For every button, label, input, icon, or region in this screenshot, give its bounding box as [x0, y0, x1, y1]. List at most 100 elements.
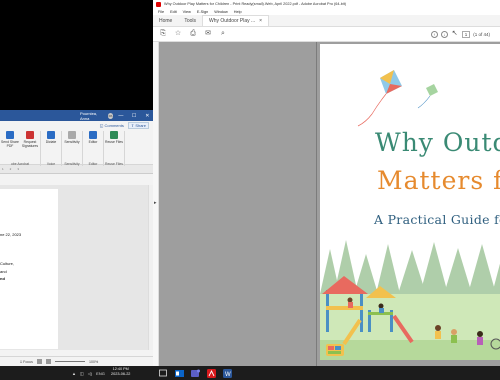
menu-view[interactable]: View — [183, 10, 191, 14]
kite-small-icon — [417, 84, 438, 109]
bookmark-star-icon[interactable]: ☆ — [174, 30, 182, 38]
pdf-cover-page: Why Outdoo Matters for C A Practical Gui… — [320, 44, 500, 360]
ruler-mark: 3 — [17, 167, 20, 171]
web-layout-icon[interactable] — [45, 359, 51, 364]
acrobat-logo-icon — [156, 1, 161, 7]
system-tray: ▲ ◫ ◁) ENG — [72, 366, 105, 380]
document-text: ne 22, 2023 — [0, 232, 22, 237]
cover-title-line1: Why Outdoo — [375, 128, 500, 157]
page-number-input[interactable]: 1 — [461, 30, 471, 38]
outlook-icon[interactable] — [174, 368, 184, 378]
group-label: Editor — [88, 162, 98, 166]
close-button[interactable]: ✕ — [142, 113, 153, 119]
microphone-icon — [47, 131, 55, 139]
focus-label: Focus — [23, 359, 33, 364]
document-page[interactable]: ne 22, 2023 Culture, and nd — [0, 189, 58, 349]
acrobat-app-icon[interactable] — [206, 368, 216, 378]
tab-document-label: Why Outdoor Play ... — [209, 18, 256, 24]
minimize-button[interactable]: — — [115, 113, 126, 119]
tab-home[interactable]: Home — [153, 15, 178, 26]
ribbon-group-sensitivity: Sensitivity Sensitivity — [62, 131, 83, 166]
acrobat-window: Why Outdoor Play Matters for Children - … — [153, 0, 500, 366]
close-tab-icon[interactable]: × — [259, 18, 262, 24]
kite-icon — [357, 70, 402, 127]
cover-title-line2: Matters for C — [377, 166, 500, 195]
comments-button[interactable]: ◱ Comments — [100, 123, 124, 128]
menu-edit[interactable]: Edit — [170, 10, 177, 14]
clock[interactable]: 12:40 PM 2023-06-22 — [111, 367, 130, 377]
maximize-button[interactable]: ☐ — [129, 113, 140, 119]
ribbon-group-reuse: Reuse Files Reuse Files — [104, 131, 125, 166]
page-count: (1 of 44) — [473, 31, 490, 37]
print-layout-icon[interactable] — [36, 359, 42, 364]
network-icon[interactable]: ◫ — [80, 371, 84, 376]
zoom-level[interactable]: 100% — [89, 360, 98, 364]
publisher-logo — [326, 344, 344, 356]
chevron-up-icon[interactable]: ▲ — [72, 371, 76, 376]
request-signatures-button[interactable]: Request Signatures — [20, 131, 40, 161]
editor-icon — [89, 131, 97, 139]
search-icon[interactable]: ⌕ — [219, 30, 227, 38]
acrobat-toolbar: ⎘ ☆ ⎙ ✉ ⌕ ↑ ↓ ↖ 1 (1 of 44) — [153, 27, 500, 42]
focus-button[interactable]: ⌸ Focus — [20, 360, 33, 364]
cover-illustration — [320, 70, 500, 360]
create-pdf-icon[interactable]: ⎘ — [159, 30, 167, 38]
group-label: Voice — [46, 162, 56, 166]
ribbon-label: Send Share PDF — [1, 140, 19, 148]
ribbon-group-editor: Editor Editor — [83, 131, 104, 166]
editor-button[interactable]: Editor — [83, 131, 103, 161]
signature-icon — [26, 131, 34, 139]
document-viewport[interactable]: Why Outdoo Matters for C A Practical Gui… — [159, 42, 500, 366]
email-icon[interactable]: ✉ — [204, 30, 212, 38]
ribbon-label: Sensitivity — [64, 140, 80, 144]
volume-icon[interactable]: ◁) — [88, 371, 92, 376]
sensitivity-icon — [68, 131, 76, 139]
page-gutter — [316, 42, 317, 366]
menu-bar: File Edit View E-Sign Window Help — [153, 8, 500, 15]
word-ribbon: Send Share PDF Request Signatures obe Ac… — [0, 129, 153, 166]
share-button[interactable]: ⇪ Share — [127, 121, 149, 129]
window-title: Why Outdoor Play Matters for Children - … — [164, 2, 347, 6]
word-title-bar: Pourniea, Anna PA — ☐ ✕ — [0, 110, 153, 121]
ribbon-label: Editor — [88, 140, 98, 144]
send-share-pdf-button[interactable]: Send Share PDF — [0, 131, 20, 161]
teams-icon[interactable] — [190, 368, 200, 378]
document-text: Culture, — [0, 261, 15, 266]
share-pdf-icon — [6, 131, 14, 139]
menu-esign[interactable]: E-Sign — [197, 10, 208, 14]
ruler: 1 2 3 — [0, 165, 153, 174]
dictate-button[interactable]: Dictate — [41, 131, 61, 161]
menu-window[interactable]: Window — [214, 10, 228, 14]
sensitivity-button[interactable]: Sensitivity — [62, 131, 82, 161]
tab-tools[interactable]: Tools — [178, 15, 202, 26]
ribbon-label: Reuse Files — [105, 140, 123, 144]
tab-bar: Home Tools Why Outdoor Play ... × — [153, 15, 500, 27]
avatar[interactable]: PA — [107, 112, 114, 119]
word-app-icon[interactable]: W — [222, 368, 232, 378]
account-name[interactable]: Pourniea, Anna — [80, 111, 106, 121]
expand-panel-icon[interactable]: ▸ — [154, 200, 157, 206]
reuse-files-icon — [110, 131, 118, 139]
tab-document[interactable]: Why Outdoor Play ... × — [202, 15, 270, 26]
ribbon-label: Dictate — [45, 140, 57, 144]
reuse-files-button[interactable]: Reuse Files — [104, 131, 124, 161]
next-page-icon[interactable]: ↓ — [440, 30, 448, 38]
select-tool-icon[interactable]: ↖ — [451, 30, 459, 38]
print-icon[interactable]: ⎙ — [189, 30, 197, 38]
ruler-mark: 2 — [9, 167, 12, 171]
group-label: Reuse Files — [105, 162, 123, 166]
taskbar: ▲ ◫ ◁) ENG 12:40 PM 2023-06-22 W — [0, 366, 500, 380]
cover-title-line2-text: Matters for — [377, 166, 500, 195]
cover-subtitle: A Practical Guide for Paren — [374, 212, 500, 227]
page-navigator: ↑ ↓ ↖ 1 (1 of 44) — [430, 30, 500, 38]
share-label: Share — [135, 122, 146, 128]
menu-file[interactable]: File — [158, 10, 164, 14]
word-status-bar: ⌸ Focus 100% — [0, 356, 153, 366]
previous-page-icon[interactable]: ↑ — [430, 30, 438, 38]
document-text: and — [0, 269, 7, 274]
menu-help[interactable]: Help — [234, 10, 242, 14]
svg-text:W: W — [225, 372, 231, 378]
zoom-slider[interactable] — [54, 361, 85, 362]
language-indicator[interactable]: ENG — [96, 371, 105, 376]
task-view-icon[interactable] — [158, 368, 168, 378]
